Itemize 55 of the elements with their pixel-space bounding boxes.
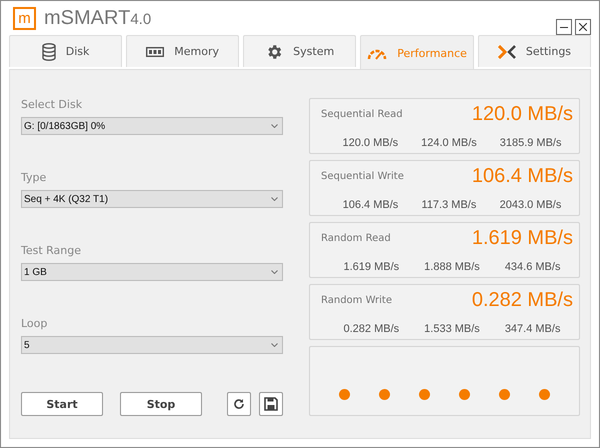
speed-value: 120.0 MB/s	[472, 103, 573, 126]
caret-icon	[271, 124, 278, 128]
speed-value: 1.619 MB/s	[472, 227, 573, 250]
speed-reading: 434.6 MB/s	[504, 261, 560, 273]
progress-dot	[378, 389, 390, 400]
progress-dot	[539, 389, 550, 400]
test-name: Sequential Read	[321, 109, 403, 120]
speed-reading: 1.619 MB/s	[344, 261, 400, 273]
memory-chip-icon	[146, 46, 164, 56]
tab[interactable]: Settings	[478, 35, 592, 67]
field-label: Test Range	[21, 244, 82, 257]
progress-dot	[418, 389, 430, 400]
speed-reading: 106.4 MB/s	[342, 199, 398, 211]
window-title: mSMART4.0	[44, 6, 152, 30]
caret-icon	[271, 343, 278, 347]
field-label: Type	[21, 171, 48, 184]
dropdown[interactable]: G: [0/1863GB] 0%	[21, 117, 283, 135]
progress-dot	[499, 389, 510, 400]
close-button[interactable]	[575, 19, 591, 35]
tab[interactable]: Disk	[9, 35, 122, 67]
speed-value: 0.282 MB/s	[472, 289, 573, 312]
tab[interactable]: Memory	[126, 35, 240, 67]
speed-reading: 1.888 MB/s	[424, 261, 480, 273]
dropdown[interactable]: 1 GB	[21, 263, 283, 281]
speed-reading: 120.0 MB/s	[342, 137, 398, 149]
start-button[interactable]: Start	[21, 392, 103, 416]
refresh-button[interactable]	[227, 392, 251, 416]
speed-value: 106.4 MB/s	[472, 165, 573, 188]
close-icon	[579, 23, 587, 31]
progress-dot	[459, 389, 470, 400]
app-logo: m	[13, 6, 36, 30]
refresh-icon	[233, 398, 245, 410]
speed-reading: 117.3 MB/s	[422, 199, 476, 211]
save-button[interactable]	[259, 392, 283, 416]
speed-reading: 0.282 MB/s	[344, 323, 400, 335]
dropdown[interactable]: 5	[21, 336, 283, 354]
test-name: Sequential Write	[321, 171, 404, 182]
minimize-button[interactable]	[556, 19, 572, 35]
speed-reading: 124.0 MB/s	[421, 137, 477, 149]
caret-icon	[271, 270, 278, 274]
test-name: Random Write	[321, 295, 392, 306]
speed-reading: 3185.9 MB/s	[500, 137, 562, 149]
speed-reading: 347.4 MB/s	[504, 323, 560, 335]
progress-dot	[338, 389, 350, 400]
field-label: Loop	[21, 317, 48, 330]
tab[interactable]: System	[243, 35, 356, 67]
database-icon	[42, 42, 56, 60]
test-name: Random Read	[321, 233, 391, 244]
speed-reading: 1.533 MB/s	[424, 323, 480, 335]
dropdown[interactable]: Seq + 4K (Q32 T1)	[21, 190, 283, 208]
speed-reading: 2043.0 MB/s	[500, 199, 562, 211]
field-label: Select Disk	[21, 98, 84, 111]
caret-icon	[271, 197, 278, 201]
stop-button[interactable]: Stop	[120, 392, 202, 416]
minimize-icon	[560, 26, 568, 28]
